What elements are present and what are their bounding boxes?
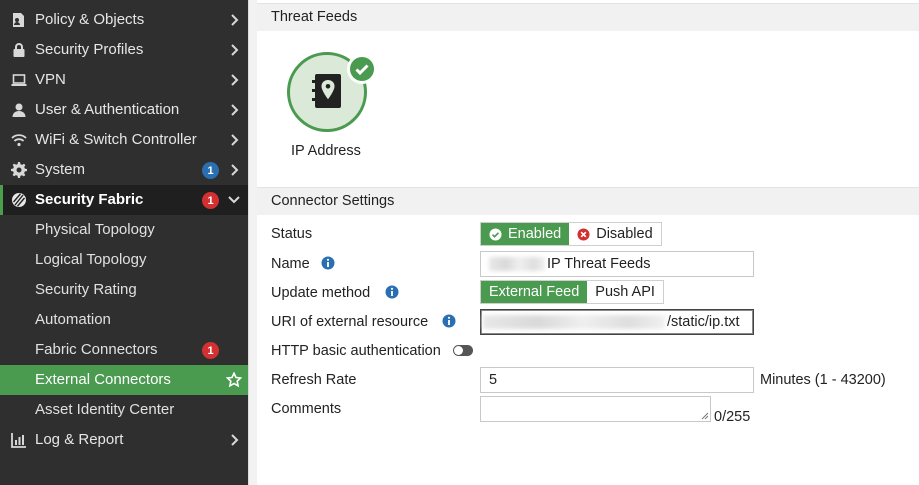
star-icon[interactable] xyxy=(225,371,243,388)
sidebar-item-label: Security Fabric xyxy=(35,191,144,208)
check-circle-icon xyxy=(489,227,502,241)
sidebar-item-label: WiFi & Switch Controller xyxy=(35,131,197,148)
sidebar-item-system[interactable]: System 1 xyxy=(0,155,248,185)
redacted-text xyxy=(483,315,665,329)
document-user-icon xyxy=(10,12,27,28)
comments-char-count: 0/255 xyxy=(714,409,751,425)
notification-badge: 1 xyxy=(202,342,219,359)
sidebar-item-log-report[interactable]: Log & Report xyxy=(0,425,248,455)
sidebar-subitem-label: Fabric Connectors xyxy=(35,341,158,358)
notification-badge: 1 xyxy=(202,162,219,179)
sidebar-item-label: Log & Report xyxy=(35,431,124,448)
sidebar-item-label: User & Authentication xyxy=(35,101,180,118)
name-input[interactable]: IP Threat Feeds xyxy=(480,251,754,277)
name-label: Name xyxy=(271,256,310,272)
sidebar-subitem-label: Automation xyxy=(35,311,111,328)
chevron-right-icon xyxy=(228,133,240,147)
sidebar-item-user-authentication[interactable]: User & Authentication xyxy=(0,95,248,125)
notification-badge: 1 xyxy=(202,192,219,209)
disabled-option[interactable]: Disabled xyxy=(569,223,660,245)
http-auth-label: HTTP basic authentication xyxy=(271,343,441,359)
laptop-icon xyxy=(10,72,27,88)
sidebar-subitem-external-connectors[interactable]: External Connectors xyxy=(0,365,248,395)
enabled-option[interactable]: Enabled xyxy=(481,223,570,245)
sidebar-item-label: Security Profiles xyxy=(35,41,144,58)
sidebar-subitem-label: Physical Topology xyxy=(35,221,155,238)
uri-input[interactable]: /static/ip.txt xyxy=(480,309,754,335)
sidebar-subitem-physical-topology[interactable]: Physical Topology xyxy=(0,215,248,245)
sidebar-item-label: VPN xyxy=(35,71,66,88)
info-icon[interactable] xyxy=(442,314,456,328)
sidebar-subitem-label: Asset Identity Center xyxy=(35,401,175,418)
chevron-right-icon xyxy=(228,13,240,27)
refresh-rate-hint: Minutes (1 - 43200) xyxy=(760,372,886,388)
sidebar-item-security-profiles[interactable]: Security Profiles xyxy=(0,35,248,65)
push-api-option[interactable]: Push API xyxy=(587,281,663,303)
chevron-right-icon xyxy=(228,433,240,447)
close-circle-icon xyxy=(577,227,590,241)
sidebar-subitem-logical-topology[interactable]: Logical Topology xyxy=(0,245,248,275)
address-book-pin-icon xyxy=(312,74,341,108)
refresh-rate-input[interactable]: 5 xyxy=(480,367,754,393)
sidebar-subitem-fabric-connectors[interactable]: Fabric Connectors 1 xyxy=(0,335,248,365)
sidebar-subitem-label: Security Rating xyxy=(35,281,137,298)
status-label: Status xyxy=(271,226,313,242)
http-auth-toggle[interactable] xyxy=(453,345,473,356)
sidebar-subitem-security-rating[interactable]: Security Rating xyxy=(0,275,248,305)
enabled-label: Enabled xyxy=(508,226,562,242)
panel-divider[interactable] xyxy=(248,0,257,485)
main-content: Threat Feeds IP Address Connector Settin… xyxy=(257,0,919,485)
external-feed-option[interactable]: External Feed xyxy=(481,281,588,303)
refresh-rate-value: 5 xyxy=(489,372,498,388)
sidebar-subitem-automation[interactable]: Automation xyxy=(0,305,248,335)
lock-icon xyxy=(10,42,27,58)
sidebar-subitem-asset-identity-center[interactable]: Asset Identity Center xyxy=(0,395,248,425)
uri-label: URI of external resource xyxy=(271,314,429,330)
wifi-icon xyxy=(10,132,27,148)
sidebar-item-vpn[interactable]: VPN xyxy=(0,65,248,95)
info-icon[interactable] xyxy=(385,285,399,299)
comments-label: Comments xyxy=(271,401,342,417)
feed-type-tile[interactable] xyxy=(285,50,377,134)
sidebar-item-label: System xyxy=(35,161,86,178)
sidebar: Policy & Objects Security Profiles VPN U… xyxy=(0,0,248,485)
fabric-icon xyxy=(10,192,27,208)
chevron-right-icon xyxy=(228,163,240,177)
user-icon xyxy=(10,102,27,118)
check-circle-icon xyxy=(347,54,377,84)
update-method-label: Update method xyxy=(271,285,371,301)
update-method-toggle: External Feed Push API xyxy=(480,280,664,304)
toggle-knob xyxy=(454,346,463,355)
chevron-right-icon xyxy=(228,43,240,57)
gear-icon xyxy=(10,162,27,178)
sidebar-subitem-label: Logical Topology xyxy=(35,251,147,268)
chevron-down-icon xyxy=(228,193,240,207)
sidebar-item-label: Policy & Objects xyxy=(35,11,145,28)
info-icon[interactable] xyxy=(321,256,335,270)
name-value: IP Threat Feeds xyxy=(547,256,651,272)
comments-textarea[interactable] xyxy=(480,396,711,422)
sidebar-item-wifi-switch[interactable]: WiFi & Switch Controller xyxy=(0,125,248,155)
external-feed-label: External Feed xyxy=(489,284,580,300)
disabled-label: Disabled xyxy=(596,226,653,242)
resize-grip-icon[interactable] xyxy=(701,412,709,420)
sidebar-item-security-fabric[interactable]: Security Fabric 1 xyxy=(0,185,248,215)
connector-settings-header: Connector Settings xyxy=(257,187,919,215)
uri-value: /static/ip.txt xyxy=(667,314,740,330)
refresh-rate-label: Refresh Rate xyxy=(271,372,357,388)
section-title: Connector Settings xyxy=(271,193,395,209)
status-toggle: Enabled Disabled xyxy=(480,222,662,246)
sidebar-subitem-label: External Connectors xyxy=(35,371,171,388)
chevron-right-icon xyxy=(228,73,240,87)
redacted-text xyxy=(489,257,545,271)
feed-type-label: IP Address xyxy=(291,143,361,159)
sidebar-item-policy-objects[interactable]: Policy & Objects xyxy=(0,5,248,35)
chevron-right-icon xyxy=(228,103,240,117)
threat-feeds-header: Threat Feeds xyxy=(257,3,919,31)
section-title: Threat Feeds xyxy=(271,9,358,25)
chart-icon xyxy=(10,432,27,448)
push-api-label: Push API xyxy=(595,284,655,300)
